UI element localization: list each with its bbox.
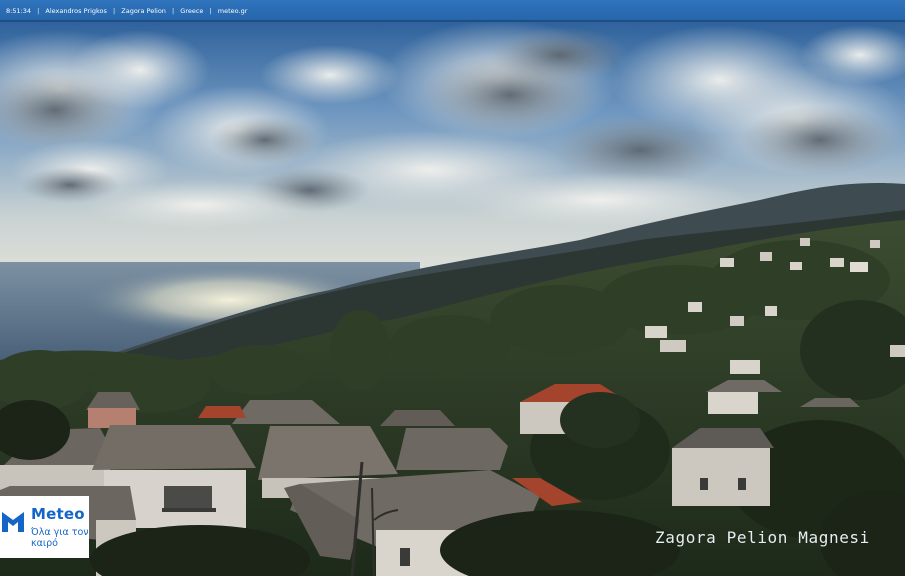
location-name: Zagora Pelion	[121, 7, 166, 15]
meteo-logo-icon	[2, 512, 24, 532]
separator: |	[209, 7, 212, 15]
timestamp: 8:51:34	[6, 7, 32, 15]
watermark-caption: Zagora Pelion Magnesi	[655, 528, 870, 547]
photographer-name: Alexandros Prigkos	[45, 7, 107, 15]
status-bar: 8:51:34 | Alexandros Prigkos | Zagora Pe…	[0, 0, 905, 22]
meteo-logo: Meteo Όλα για τον καιρό	[0, 496, 89, 558]
landscape-photo	[0, 22, 905, 576]
webcam-frame: 8:51:34 | Alexandros Prigkos | Zagora Pe…	[0, 0, 905, 576]
separator: |	[172, 7, 175, 15]
logo-tagline: Όλα για τον καιρό	[31, 527, 89, 549]
country-name: Greece	[180, 7, 204, 15]
logo-brand: Meteo	[31, 505, 85, 523]
separator: |	[112, 7, 116, 15]
separator: |	[37, 7, 40, 15]
site-name: meteo.gr	[217, 7, 248, 15]
